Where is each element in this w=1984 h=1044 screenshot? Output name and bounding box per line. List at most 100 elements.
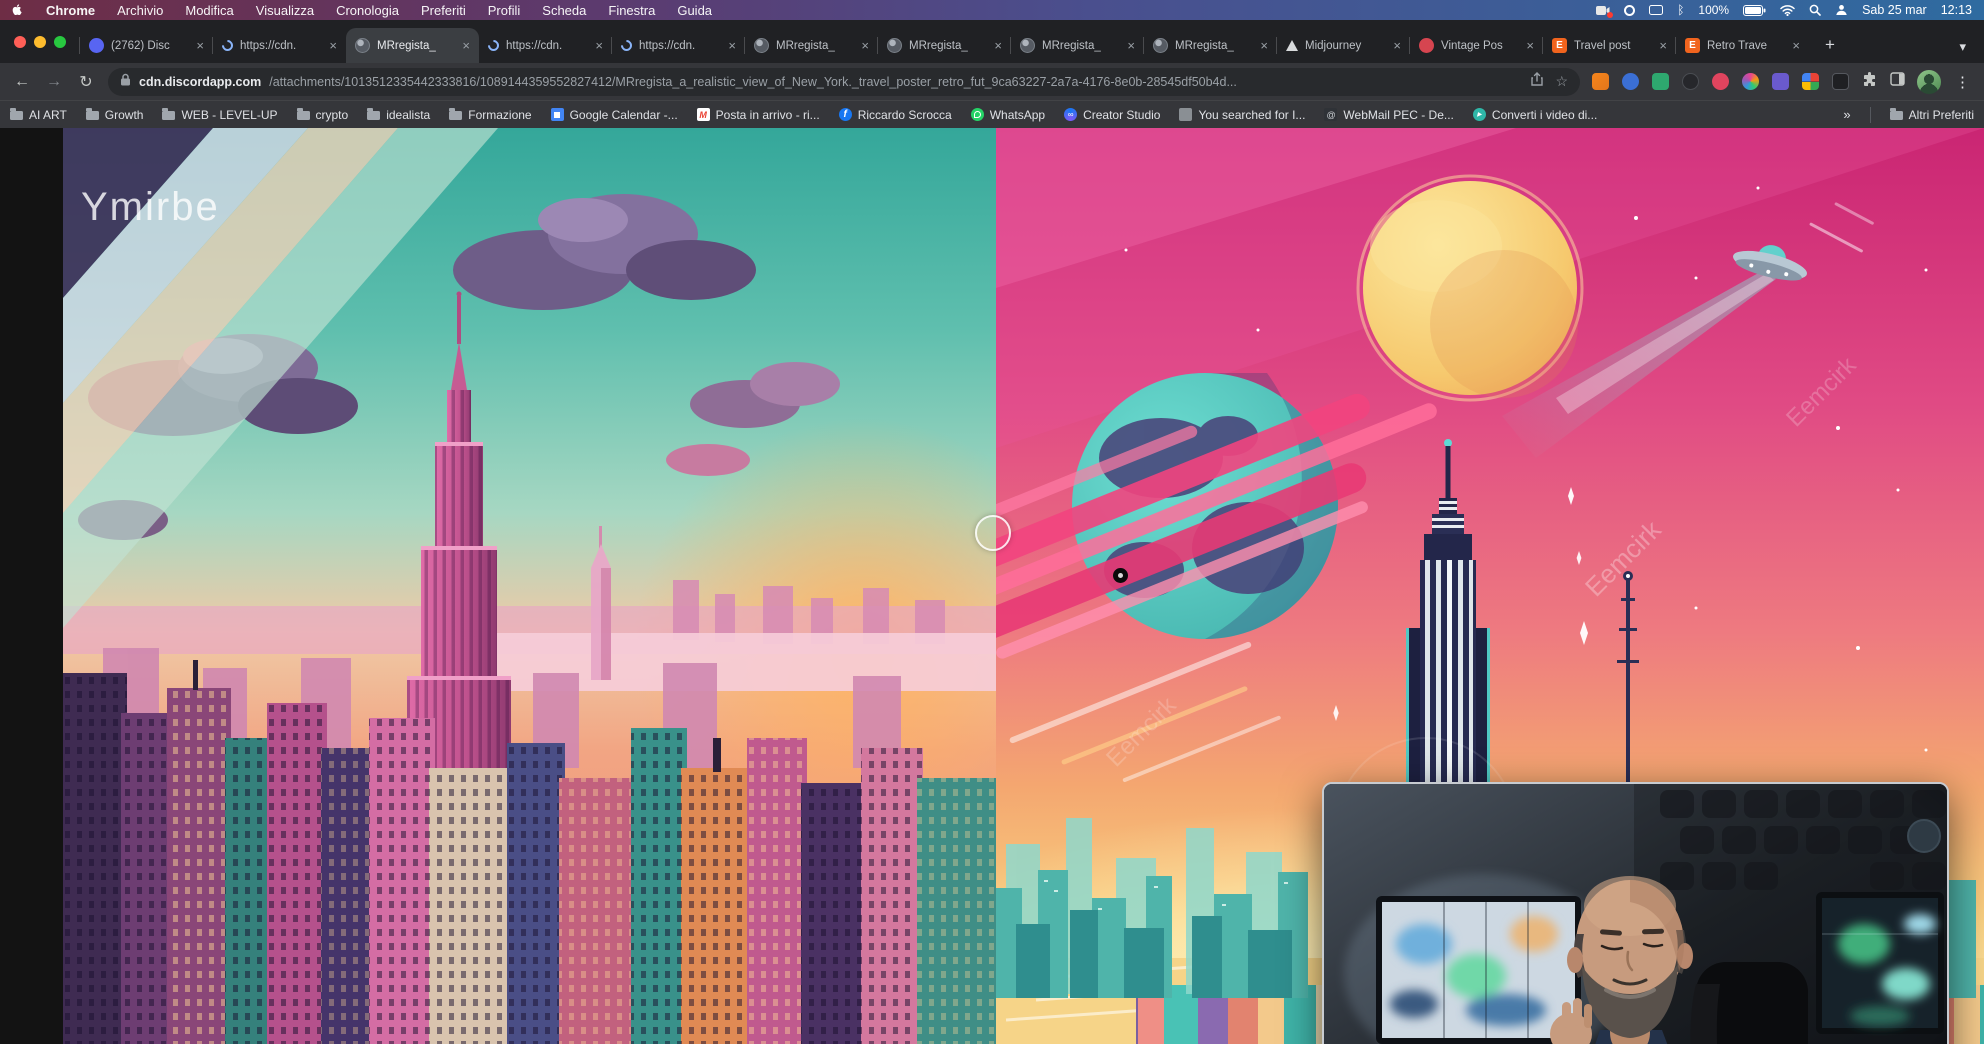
bluetooth-icon[interactable]: ᛒ [1677, 4, 1684, 16]
tab-discord[interactable]: (2762) Disc× [80, 28, 213, 63]
forward-button[interactable]: → [44, 73, 64, 91]
tab-cdn-1[interactable]: https://cdn.× [213, 28, 346, 63]
vintage-favicon-icon [1419, 38, 1434, 53]
menu-item-archivio[interactable]: Archivio [117, 3, 163, 18]
chrome-menu-icon[interactable]: ⋮ [1953, 73, 1972, 91]
menu-item-chrome[interactable]: Chrome [46, 3, 95, 18]
screen-recording-icon[interactable] [1596, 5, 1610, 16]
window-controls [14, 20, 66, 63]
mouse-cursor [1113, 568, 1128, 583]
bookmark-creator-studio[interactable]: ∞Creator Studio [1064, 108, 1160, 122]
extension-icon[interactable] [1652, 73, 1669, 90]
close-tab-icon[interactable]: × [196, 38, 204, 53]
close-tab-icon[interactable]: × [1792, 38, 1800, 53]
menu-time[interactable]: 12:13 [1941, 3, 1972, 17]
bookmark-folder-ai-art[interactable]: AI ART [10, 108, 67, 122]
close-tab-icon[interactable]: × [329, 38, 337, 53]
close-window-button[interactable] [14, 36, 26, 48]
extension-icon[interactable] [1742, 73, 1759, 90]
profile-avatar[interactable] [1917, 70, 1941, 94]
loading-favicon-icon [486, 38, 502, 54]
bookmark-webmail-pec[interactable]: @WebMail PEC - De... [1324, 108, 1453, 122]
extension-icon[interactable] [1832, 73, 1849, 90]
minimize-window-button[interactable] [34, 36, 46, 48]
back-button[interactable]: ← [12, 73, 32, 91]
close-tab-icon[interactable]: × [994, 38, 1002, 53]
globe-favicon-icon [355, 38, 370, 53]
tab-cdn-2[interactable]: https://cdn.× [479, 28, 612, 63]
page-content: Ymirbe [0, 128, 1984, 1044]
tab-cdn-3[interactable]: https://cdn.× [612, 28, 745, 63]
google-apps-extension-icon[interactable] [1802, 73, 1819, 90]
wifi-icon[interactable] [1780, 5, 1795, 16]
battery-icon[interactable] [1743, 5, 1766, 16]
bookmark-star-icon[interactable]: ☆ [1555, 73, 1568, 90]
menu-item-modifica[interactable]: Modifica [185, 3, 233, 18]
metamask-extension-icon[interactable] [1592, 73, 1609, 90]
menu-item-profili[interactable]: Profili [488, 3, 521, 18]
tab-mrregista-3[interactable]: MRregista_× [878, 28, 1011, 63]
other-bookmarks-folder[interactable]: Altri Preferiti [1890, 108, 1974, 122]
tab-etsy-travel[interactable]: ETravel post× [1543, 28, 1676, 63]
extension-icon[interactable] [1622, 73, 1639, 90]
tab-mrregista-active[interactable]: MRregista_× [346, 28, 479, 63]
close-tab-icon[interactable]: × [1526, 38, 1534, 53]
tab-mrregista-2[interactable]: MRregista_× [745, 28, 878, 63]
spotlight-search-icon[interactable] [1809, 4, 1821, 16]
bookmark-facebook-profile[interactable]: fRiccardo Scrocca [839, 108, 952, 122]
webcam-pip-overlay[interactable] [1322, 782, 1949, 1044]
close-tab-icon[interactable]: × [462, 38, 470, 53]
tab-mrregista-5[interactable]: MRregista_× [1144, 28, 1277, 63]
menu-item-scheda[interactable]: Scheda [542, 3, 586, 18]
folder-icon [1890, 111, 1903, 120]
reload-button[interactable]: ↻ [76, 72, 96, 92]
bookmark-converti-video[interactable]: ▶Converti i video di... [1473, 108, 1597, 122]
whatsapp-icon [971, 108, 984, 121]
bookmark-folder-formazione[interactable]: Formazione [449, 108, 531, 122]
globe-favicon-icon [1020, 38, 1035, 53]
side-panel-icon[interactable] [1890, 72, 1905, 91]
generic-site-icon [1179, 108, 1192, 121]
tab-vintage-posters[interactable]: Vintage Pos× [1410, 28, 1543, 63]
bookmark-whatsapp[interactable]: WhatsApp [971, 108, 1045, 122]
extension-icon[interactable] [1682, 73, 1699, 90]
close-tab-icon[interactable]: × [595, 38, 603, 53]
bookmark-folder-web-level-up[interactable]: WEB - LEVEL-UP [162, 108, 277, 122]
close-tab-icon[interactable]: × [1659, 38, 1667, 53]
shield-status-icon[interactable] [1624, 5, 1635, 16]
user-switch-icon[interactable] [1835, 4, 1848, 16]
apple-menu-icon[interactable] [12, 4, 24, 17]
close-tab-icon[interactable]: × [1260, 38, 1268, 53]
tab-midjourney[interactable]: Midjourney× [1277, 28, 1410, 63]
menu-date[interactable]: Sab 25 mar [1862, 3, 1927, 17]
close-tab-icon[interactable]: × [1393, 38, 1401, 53]
bookmark-gmail-inbox[interactable]: MPosta in arrivo - ri... [697, 108, 820, 122]
menu-item-preferiti[interactable]: Preferiti [421, 3, 466, 18]
close-tab-icon[interactable]: × [728, 38, 736, 53]
tab-mrregista-4[interactable]: MRregista_× [1011, 28, 1144, 63]
bookmark-google-calendar[interactable]: Google Calendar -... [551, 108, 678, 122]
address-bar[interactable]: cdn.discordapp.com /attachments/10135123… [108, 68, 1580, 96]
display-status-icon[interactable] [1649, 5, 1663, 15]
share-icon[interactable] [1531, 72, 1543, 91]
menu-item-visualizza[interactable]: Visualizza [256, 3, 314, 18]
close-tab-icon[interactable]: × [1127, 38, 1135, 53]
menu-item-guida[interactable]: Guida [677, 3, 712, 18]
extension-icon[interactable] [1712, 73, 1729, 90]
bookmark-folder-growth[interactable]: Growth [86, 108, 144, 122]
new-tab-button[interactable]: + [1817, 32, 1843, 58]
menu-item-finestra[interactable]: Finestra [608, 3, 655, 18]
extensions-puzzle-icon[interactable] [1862, 72, 1877, 92]
url-host: cdn.discordapp.com [139, 75, 261, 89]
bookmark-you-searched[interactable]: You searched for I... [1179, 108, 1305, 122]
menu-item-cronologia[interactable]: Cronologia [336, 3, 399, 18]
bookmark-folder-idealista[interactable]: idealista [367, 108, 430, 122]
extension-icon[interactable] [1772, 73, 1789, 90]
close-tab-icon[interactable]: × [861, 38, 869, 53]
bookmark-folder-crypto[interactable]: crypto [297, 108, 349, 122]
tab-etsy-retro[interactable]: ERetro Trave× [1676, 28, 1809, 63]
zoom-window-button[interactable] [54, 36, 66, 48]
tab-search-chevron-icon[interactable]: ▾ [1959, 39, 1966, 55]
bookmarks-overflow-chevron[interactable]: » [1843, 107, 1850, 122]
nyc-poster-image[interactable]: Ymirbe [63, 128, 996, 1044]
